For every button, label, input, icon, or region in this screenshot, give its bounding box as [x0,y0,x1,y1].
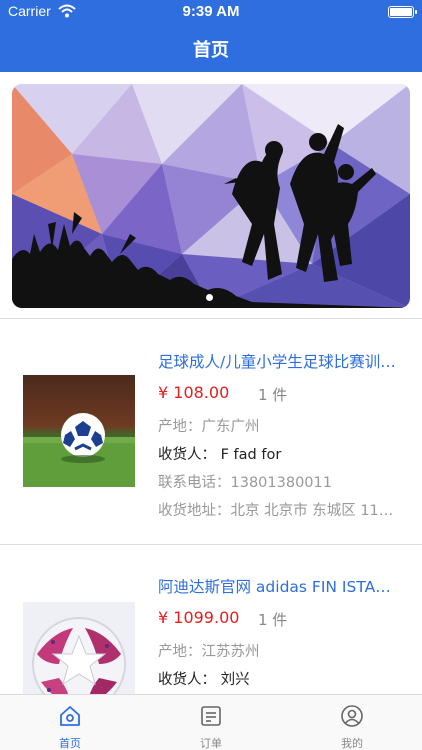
orders-icon [201,706,221,726]
product-price: ¥ 1099.00 [158,608,240,627]
product-quantity: 1 件 [258,386,288,404]
tab-orders-label: 订单 [200,737,222,750]
product-origin: 产地：广东广州 [158,419,260,435]
product-quantity: 1 件 [258,611,288,629]
battery-fill [390,8,412,16]
banner-image [12,84,410,308]
status-bar: Carrier 9:39 AM [0,0,422,24]
receiver-address: 收货地址：北京 北京市 东城区 111111 [158,503,398,519]
home-icon [60,706,80,726]
status-time: 9:39 AM [182,3,240,20]
product-title[interactable]: 阿迪达斯官网 adidas FIN ISTANBUL 足球 [158,575,396,597]
product-image-soccer-ball [23,375,135,487]
tab-bar: 首页 订单 我的 [0,694,422,750]
product-image-soccer-ball [23,602,135,694]
receiver-name: 收货人： 刘兴 [158,672,250,688]
order-list-item[interactable]: 阿迪达斯官网 adidas FIN ISTANBUL 足球 ¥ 1099.00 … [0,545,422,694]
product-title[interactable]: 足球成人/儿童小学生足球比赛训练用球 [158,350,396,372]
battery-icon [388,6,417,18]
banner-carousel[interactable] [12,84,410,308]
page-title: 首页 [193,40,229,61]
carousel-indicator-dot[interactable] [206,294,213,301]
tab-home-label: 首页 [59,737,81,750]
profile-icon [341,705,363,727]
product-price: ¥ 108.00 [158,383,230,402]
top-bar: Carrier 9:39 AM 首页 [0,0,422,72]
tab-orders[interactable]: 订单 [141,695,281,750]
product-origin: 产地：江苏苏州 [158,644,260,660]
tab-profile-label: 我的 [341,737,363,750]
receiver-phone: 联系电话：13801380011 [158,475,332,491]
tab-home[interactable]: 首页 [0,695,140,750]
tab-profile[interactable]: 我的 [282,695,422,750]
order-list-item[interactable]: 足球成人/儿童小学生足球比赛训练用球 ¥ 108.00 1 件 产地：广东广州 … [0,319,422,544]
receiver-name: 收货人： F fad for [158,447,282,463]
